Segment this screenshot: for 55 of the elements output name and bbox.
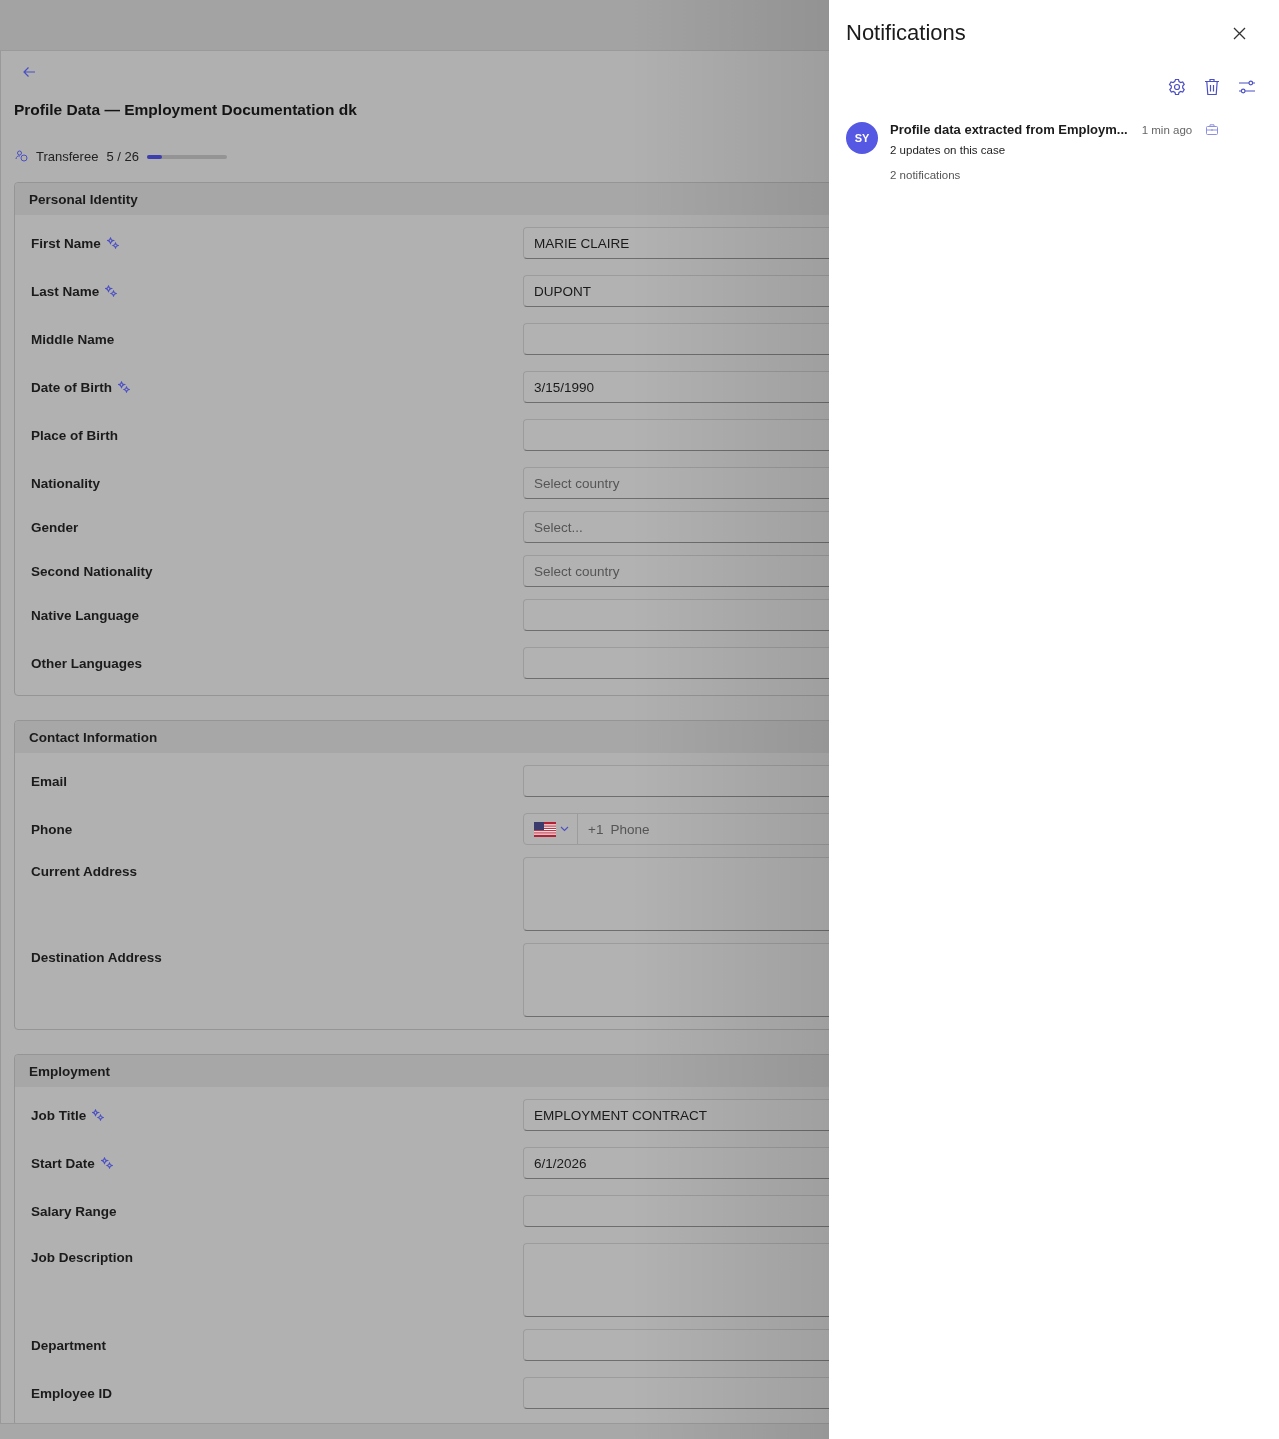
text-input[interactable]: MARIE CLAIRE bbox=[523, 227, 829, 259]
field-label: Native Language bbox=[31, 607, 140, 623]
filter-sliders-icon[interactable] bbox=[1238, 79, 1256, 95]
text-input[interactable]: 3/15/1990 bbox=[523, 371, 829, 403]
field-label: Job Title bbox=[31, 1107, 87, 1123]
sparkle-icon bbox=[100, 1157, 113, 1169]
timestamp: 1 min ago bbox=[1141, 123, 1193, 136]
select-dropdown[interactable]: Select country bbox=[523, 555, 829, 587]
close-icon[interactable] bbox=[1233, 26, 1246, 40]
field-label: Place of Birth bbox=[31, 427, 119, 443]
section-header: Employment bbox=[15, 1055, 829, 1087]
field-label: Email bbox=[31, 773, 68, 789]
phone-input[interactable]: +1 Phone bbox=[578, 821, 650, 837]
back-arrow-icon[interactable] bbox=[22, 65, 36, 79]
field-label: Phone bbox=[31, 821, 73, 837]
select-dropdown[interactable]: Select country bbox=[523, 467, 829, 499]
avatar: SY bbox=[846, 122, 878, 154]
trash-icon[interactable] bbox=[1204, 78, 1220, 96]
notification-count[interactable]: 2 notifications bbox=[890, 169, 1262, 181]
page-title: Profile Data — Employment Documentation dk bbox=[14, 101, 358, 119]
section-header: Personal Identity bbox=[15, 183, 829, 215]
section-header: Contact Information bbox=[15, 721, 829, 753]
field-label: Current Address bbox=[31, 863, 138, 879]
field-label: Last Name bbox=[31, 283, 100, 299]
field-label: Employee ID bbox=[31, 1385, 113, 1401]
text-input[interactable]: DUPONT bbox=[523, 275, 829, 307]
field-label: Other Languages bbox=[31, 655, 143, 671]
field-label: Destination Address bbox=[31, 949, 162, 965]
text-input[interactable]: EMPLOYMENT CONTRACT bbox=[523, 1099, 829, 1131]
field-label: Nationality bbox=[31, 475, 100, 491]
sparkle-icon bbox=[92, 1109, 105, 1121]
field-label: Middle Name bbox=[31, 331, 115, 347]
field-label: Gender bbox=[31, 519, 79, 535]
people-icon bbox=[15, 150, 28, 163]
field-label: Salary Range bbox=[31, 1203, 117, 1219]
sparkle-icon bbox=[118, 381, 130, 393]
chevron-down-icon bbox=[560, 826, 569, 832]
field-label: Date of Birth bbox=[31, 379, 112, 395]
us-flag-icon bbox=[534, 821, 556, 837]
text-input[interactable]: 6/1/2026 bbox=[523, 1147, 829, 1179]
sparkle-icon bbox=[105, 285, 118, 297]
field-label: Job Description bbox=[31, 1249, 133, 1265]
panel-title: Notifications bbox=[846, 20, 966, 46]
field-label: First Name bbox=[31, 235, 101, 251]
progress-count: 5 / 26 bbox=[106, 149, 139, 164]
select-dropdown[interactable]: Select... bbox=[523, 511, 829, 543]
notification-subtitle: 2 updates on this case bbox=[890, 144, 1007, 156]
field-label: Department bbox=[31, 1337, 106, 1353]
role-label: Transferee bbox=[36, 149, 99, 164]
field-label: Second Nationality bbox=[31, 563, 153, 579]
notification-title[interactable]: Profile data extracted from Employm... bbox=[890, 122, 1128, 137]
settings-icon[interactable] bbox=[1168, 78, 1186, 96]
briefcase-icon bbox=[1206, 124, 1219, 135]
field-label: Start Date bbox=[31, 1155, 95, 1171]
sparkle-icon bbox=[106, 237, 119, 249]
